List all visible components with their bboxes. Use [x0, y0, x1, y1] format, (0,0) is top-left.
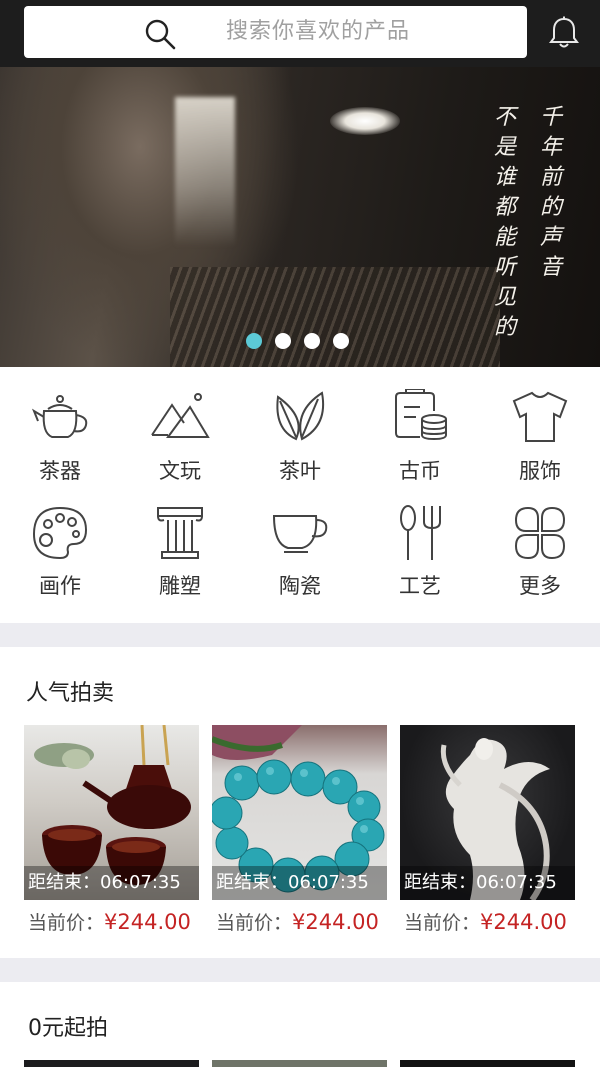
mountain-icon [151, 393, 210, 438]
category-label: 茶叶 [279, 459, 321, 483]
category-crafts[interactable]: 工艺 [360, 482, 480, 598]
category-label: 更多 [519, 574, 561, 598]
category-apparel[interactable]: 服饰 [480, 367, 600, 483]
category-tea-leaves[interactable]: 茶叶 [240, 367, 360, 483]
search-placeholder: 搜索你喜欢的产品 [226, 19, 411, 44]
bell-icon[interactable] [548, 16, 580, 50]
banner-lamp [330, 107, 400, 135]
carousel-dot-4[interactable] [333, 333, 349, 349]
category-more[interactable]: 更多 [480, 482, 600, 598]
category-paintings[interactable]: 画作 [0, 482, 120, 598]
product-image-turquoise-bracelet: 距结束：06:07:35 [212, 725, 387, 900]
auction-countdown: 距结束：06:07:35 [400, 866, 575, 900]
column-icon [157, 507, 203, 559]
price-value: ¥244.00 [104, 910, 191, 934]
product-thumb-partial[interactable] [212, 1060, 387, 1067]
banner-poem-left: 不是谁都能听见的 [493, 105, 516, 340]
section-title: 人气拍卖 [26, 681, 115, 706]
banner-carousel[interactable]: 千年前的声音 不是谁都能听见的 [0, 67, 600, 367]
carousel-dot-1[interactable] [246, 333, 262, 349]
category-label: 古币 [399, 459, 441, 483]
coins-icon [395, 389, 447, 441]
category-sculpture[interactable]: 雕塑 [120, 482, 240, 598]
product-image-porcelain-statue: 距结束：06:07:35 [400, 725, 575, 900]
search-input[interactable]: 搜索你喜欢的产品 [24, 6, 527, 58]
category-grid: 茶器 文玩 茶叶 古币 服饰 画作 雕塑 陶瓷 工艺 更多 [0, 367, 600, 623]
category-tea-ware[interactable]: 茶器 [0, 367, 120, 483]
category-label: 雕塑 [159, 574, 201, 598]
tshirt-icon [512, 391, 568, 442]
carousel-dot-3[interactable] [304, 333, 320, 349]
price-label: 当前价： [28, 912, 105, 934]
price-label: 当前价： [404, 912, 481, 934]
price-row: 当前价：¥244.00 [404, 908, 567, 935]
price-label: 当前价： [216, 912, 293, 934]
category-label: 茶器 [39, 459, 81, 483]
product-thumb-partial[interactable] [400, 1060, 575, 1067]
section-divider [0, 958, 600, 982]
product-thumb-partial[interactable] [24, 1060, 199, 1067]
category-label: 画作 [39, 574, 81, 598]
section-title: 0元起拍 [28, 1016, 108, 1041]
banner-poem-right: 千年前的声音 [539, 105, 562, 280]
cup-icon [272, 515, 328, 553]
tea-leaf-icon [276, 391, 324, 441]
price-row: 当前价：¥244.00 [216, 908, 379, 935]
popular-auction-section: 人气拍卖 距结束：06:07:35 当前价：¥244.00 距结束：06:07:… [0, 647, 600, 958]
auction-countdown: 距结束：06:07:35 [212, 866, 387, 900]
carousel-dot-2[interactable] [275, 333, 291, 349]
category-label: 工艺 [399, 574, 441, 598]
category-curios[interactable]: 文玩 [120, 367, 240, 483]
cutlery-icon [400, 505, 441, 560]
more-clover-icon [514, 506, 566, 560]
search-icon [145, 19, 176, 50]
top-bar: 搜索你喜欢的产品 [0, 0, 600, 67]
category-label: 服饰 [519, 459, 561, 483]
teapot-icon [31, 395, 88, 438]
price-value: ¥244.00 [292, 910, 379, 934]
category-label: 陶瓷 [279, 574, 321, 598]
palette-icon [32, 506, 88, 560]
category-label: 文玩 [159, 459, 201, 483]
price-row: 当前价：¥244.00 [28, 908, 191, 935]
banner-loom [170, 267, 500, 367]
zero-start-section: 0元起拍 [0, 982, 600, 1067]
banner-artisan-beard [175, 97, 235, 247]
auction-countdown: 距结束：06:07:35 [24, 866, 199, 900]
section-divider [0, 623, 600, 647]
product-image-tea-set: 距结束：06:07:35 [24, 725, 199, 900]
category-ceramics[interactable]: 陶瓷 [240, 482, 360, 598]
category-ancient-coins[interactable]: 古币 [360, 367, 480, 483]
carousel-indicator [246, 333, 349, 349]
price-value: ¥244.00 [480, 910, 567, 934]
